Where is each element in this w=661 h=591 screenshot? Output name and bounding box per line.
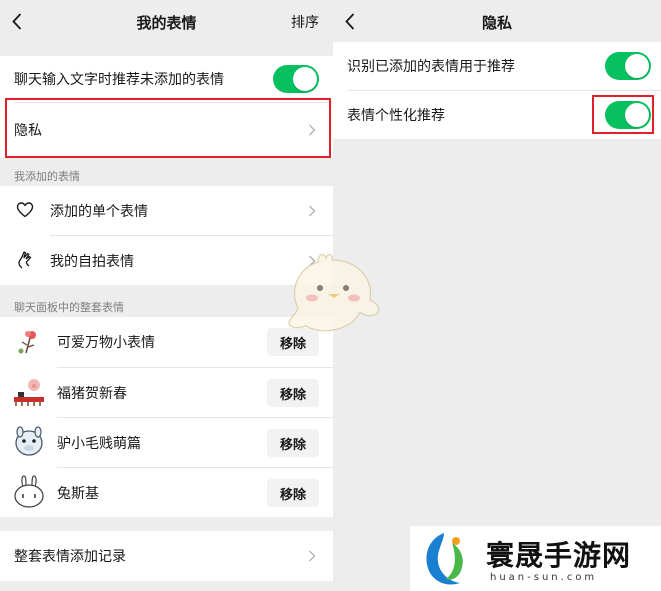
site-url: huan-sun.com <box>490 572 598 583</box>
page-title: 我的表情 <box>136 14 197 32</box>
history-card: 整套表情添加记录 <box>0 531 333 581</box>
recognize-row: 识别已添加的表情用于推荐 <box>333 42 661 90</box>
remove-button[interactable]: 移除 <box>267 479 319 507</box>
privacy-highlight-box <box>5 98 331 158</box>
toggle-knob <box>625 54 649 78</box>
personalized-toggle-highlight-box <box>592 95 654 134</box>
chevron-right-icon <box>308 205 316 217</box>
section-title-sets: 聊天面板中的整套表情 <box>14 301 124 314</box>
toggle-knob <box>293 67 317 91</box>
chevron-right-icon <box>308 550 316 562</box>
recognize-label: 识别已添加的表情用于推荐 <box>347 59 515 75</box>
sticker-sets-card: 可爱万物小表情 移除 福猪贺新春 移除 驴小毛贱萌篇 移除 兔斯基 移除 <box>0 317 333 517</box>
recommend-toggle[interactable] <box>273 65 319 93</box>
recognize-toggle[interactable] <box>605 52 651 80</box>
section-title-added: 我添加的表情 <box>14 170 80 183</box>
sticker-set-name: 福猪贺新春 <box>57 385 127 402</box>
right-navbar: 隐私 <box>333 0 661 42</box>
recommend-row: 聊天输入文字时推荐未添加的表情 <box>0 56 333 102</box>
sticker-set-name: 兔斯基 <box>57 485 99 502</box>
personalized-label: 表情个性化推荐 <box>347 108 445 124</box>
remove-button[interactable]: 移除 <box>267 429 319 457</box>
rabbit-sticker-icon <box>12 475 46 509</box>
page-title: 隐私 <box>481 14 512 32</box>
flower-sticker-icon <box>12 325 46 359</box>
sticker-set-name: 驴小毛贱萌篇 <box>57 435 141 452</box>
sticker-set-row[interactable]: 兔斯基 移除 <box>0 468 333 517</box>
heart-outline-icon <box>16 201 34 219</box>
left-navbar: 我的表情 排序 <box>0 0 333 42</box>
recommend-label: 聊天输入文字时推荐未添加的表情 <box>14 72 224 88</box>
single-stickers-row[interactable]: 添加的单个表情 <box>0 186 333 235</box>
pig-sticker-icon <box>12 375 46 409</box>
history-label: 整套表情添加记录 <box>14 549 126 565</box>
history-row[interactable]: 整套表情添加记录 <box>0 531 333 581</box>
site-watermark: 寰晟手游网 huan-sun.com <box>410 526 661 591</box>
site-logo-icon <box>416 529 476 589</box>
screenshot-root: 我的表情 排序 聊天输入文字时推荐未添加的表情 隐私 我添加的表情 添加的单个表… <box>0 0 661 591</box>
donkey-sticker-icon <box>12 425 46 459</box>
selfie-hand-icon <box>16 250 34 270</box>
sticker-set-name: 可爱万物小表情 <box>57 335 155 351</box>
single-stickers-label: 添加的单个表情 <box>50 203 148 220</box>
site-name: 寰晟手游网 <box>486 539 632 572</box>
selfie-stickers-label: 我的自拍表情 <box>50 253 134 270</box>
sticker-set-row[interactable]: 福猪贺新春 移除 <box>0 368 333 417</box>
sort-button[interactable]: 排序 <box>291 12 319 32</box>
sticker-set-row[interactable]: 驴小毛贱萌篇 移除 <box>0 418 333 467</box>
remove-button[interactable]: 移除 <box>267 379 319 407</box>
chick-mascot-image <box>278 248 388 344</box>
